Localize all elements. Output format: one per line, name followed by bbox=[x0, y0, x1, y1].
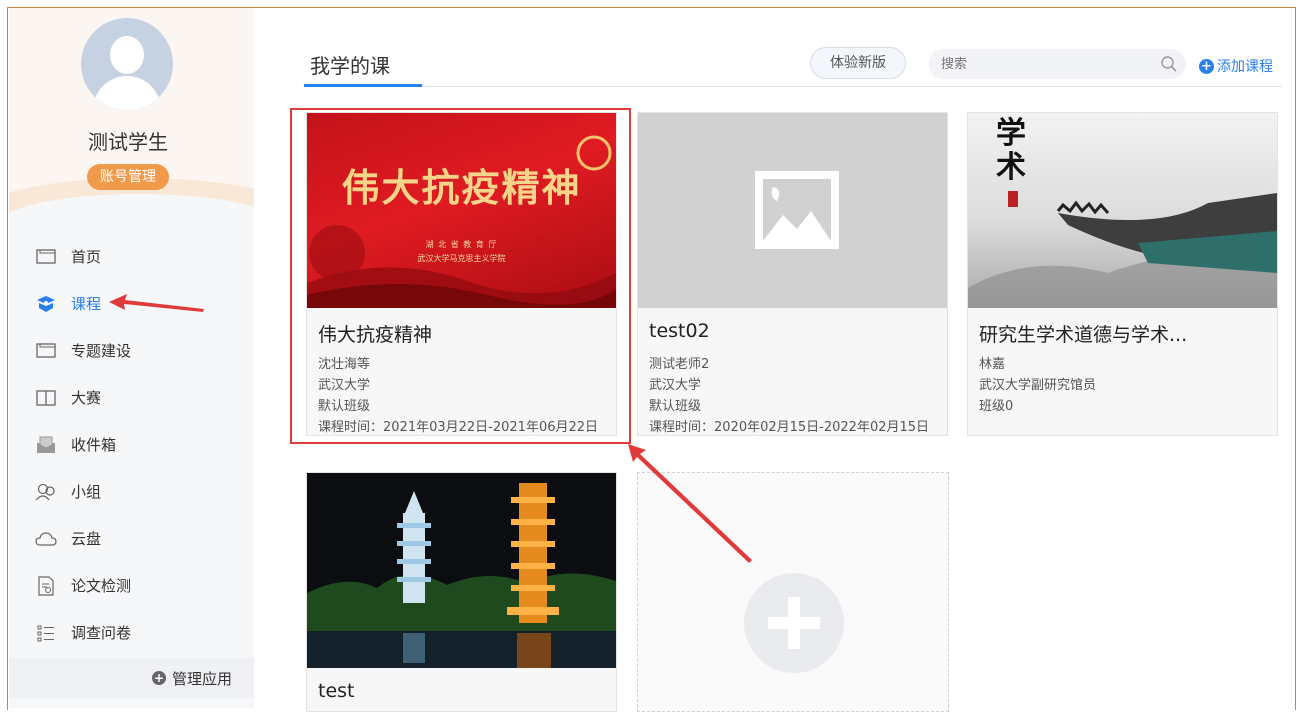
annotation-arrow bbox=[109, 294, 204, 312]
course-time: 课程时间：2020年02月15日-2022年02月15日 bbox=[649, 420, 930, 435]
add-plus-icon bbox=[744, 573, 844, 673]
sidebar-item-label: 收件箱 bbox=[71, 436, 117, 454]
tab-active-indicator bbox=[304, 84, 422, 87]
manage-apps-button[interactable]: + 管理应用 bbox=[9, 658, 254, 698]
course-card[interactable]: test bbox=[306, 472, 617, 712]
annotation-arrow bbox=[628, 444, 752, 563]
plus-circle-icon: + bbox=[1199, 58, 1214, 74]
course-cover-image[interactable]: 学术 bbox=[968, 113, 1277, 308]
image-placeholder-icon bbox=[755, 171, 839, 249]
course-cover-image[interactable] bbox=[638, 113, 947, 308]
plus-icon: + bbox=[151, 671, 166, 685]
sidebar-item-paper-check[interactable]: 论文检测 bbox=[9, 562, 254, 609]
try-new-version-button[interactable]: 体验新版 bbox=[810, 47, 906, 79]
cover-calligraphy: 学术 bbox=[996, 116, 1026, 185]
sidebar-item-label: 论文检测 bbox=[71, 577, 132, 595]
sidebar-item-label: 小组 bbox=[71, 483, 102, 501]
cloud-icon bbox=[35, 528, 57, 550]
sidebar-item-group[interactable]: 小组 bbox=[9, 468, 254, 515]
course-class: 默认班级 bbox=[649, 399, 702, 414]
monitor-icon bbox=[35, 246, 57, 268]
tab-divider bbox=[304, 86, 1282, 87]
search-input[interactable] bbox=[929, 49, 1186, 79]
sidebar-item-label: 调查问卷 bbox=[71, 624, 132, 642]
course-title[interactable]: test bbox=[318, 680, 355, 702]
sidebar-item-course[interactable]: 课程 bbox=[9, 280, 254, 327]
manage-apps-label: 管理应用 bbox=[171, 669, 232, 688]
avatar[interactable] bbox=[81, 18, 173, 110]
sidebar: 测试学生 账号管理 首页 课程 专题建设 大赛 收件箱 小组 云盘 论文检测 调… bbox=[9, 8, 254, 708]
course-teacher: 林嘉 bbox=[979, 357, 1006, 372]
list-icon bbox=[35, 622, 57, 644]
course-icon bbox=[35, 293, 57, 315]
sidebar-nav: 首页 课程 专题建设 大赛 收件箱 小组 云盘 论文检测 调查问卷 bbox=[9, 233, 254, 656]
sidebar-item-label: 课程 bbox=[71, 295, 102, 313]
tab-my-courses[interactable]: 我学的课 bbox=[310, 50, 390, 79]
course-school: 武汉大学 bbox=[649, 378, 702, 393]
course-title[interactable]: test02 bbox=[649, 320, 710, 342]
course-card[interactable]: test02 测试老师2 武汉大学 默认班级 课程时间：2020年02月15日-… bbox=[637, 112, 948, 436]
inbox-icon bbox=[35, 434, 57, 456]
seal-icon bbox=[1008, 191, 1018, 207]
course-title[interactable]: 研究生学术道德与学术... bbox=[979, 320, 1187, 347]
sidebar-item-topic[interactable]: 专题建设 bbox=[9, 327, 254, 374]
book-icon bbox=[35, 387, 57, 409]
account-manage-button[interactable]: 账号管理 bbox=[87, 164, 169, 190]
monitor-icon bbox=[35, 340, 57, 362]
course-cover-image[interactable] bbox=[307, 473, 616, 668]
sidebar-item-cloud[interactable]: 云盘 bbox=[9, 515, 254, 562]
sidebar-item-home[interactable]: 首页 bbox=[9, 233, 254, 280]
sidebar-item-contest[interactable]: 大赛 bbox=[9, 374, 254, 421]
annotation-highlight-box bbox=[290, 108, 631, 444]
course-teacher: 测试老师2 bbox=[649, 357, 710, 372]
sidebar-item-label: 云盘 bbox=[71, 530, 102, 548]
course-card[interactable]: 学术 研究生学术道德与学术... 林嘉 武汉大学副研究馆员 班级0 bbox=[967, 112, 1278, 436]
sidebar-item-label: 专题建设 bbox=[71, 342, 132, 360]
profile-panel: 测试学生 账号管理 bbox=[9, 8, 254, 213]
document-check-icon bbox=[35, 575, 57, 597]
sidebar-item-label: 首页 bbox=[71, 248, 102, 266]
search-icon[interactable] bbox=[1161, 56, 1177, 72]
add-course-button[interactable]: + 添加课程 bbox=[1199, 56, 1273, 76]
username: 测试学生 bbox=[88, 130, 168, 154]
sidebar-item-survey[interactable]: 调查问卷 bbox=[9, 609, 254, 656]
sidebar-item-label: 大赛 bbox=[71, 389, 102, 407]
course-school: 武汉大学副研究馆员 bbox=[979, 378, 1097, 393]
course-class: 班级0 bbox=[979, 399, 1014, 414]
cover-decoration bbox=[307, 473, 616, 668]
sidebar-item-inbox[interactable]: 收件箱 bbox=[9, 421, 254, 468]
add-course-label: 添加课程 bbox=[1217, 59, 1273, 75]
group-icon bbox=[35, 481, 57, 503]
